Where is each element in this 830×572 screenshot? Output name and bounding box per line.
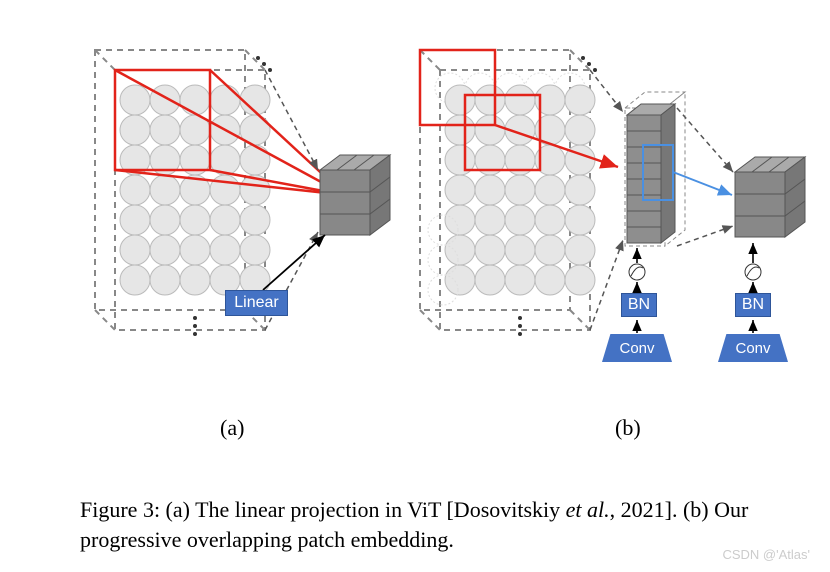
bn-label-1: BN	[621, 293, 657, 317]
sublabel-a: (a)	[220, 415, 244, 441]
figure-caption: Figure 3: (a) The linear projection in V…	[80, 495, 760, 554]
conv-label-1: Conv	[602, 334, 672, 362]
caption-prefix: Figure 3: (a) The linear projection in V…	[80, 497, 566, 522]
watermark: CSDN @'Atlas'	[722, 547, 810, 562]
panel-b-svg	[0, 0, 830, 450]
caption-italic: et al.	[566, 497, 610, 522]
diagram-area: Linear	[0, 0, 830, 450]
bn-label-2: BN	[735, 293, 771, 317]
conv-label-2: Conv	[718, 334, 788, 362]
sublabel-b: (b)	[615, 415, 641, 441]
